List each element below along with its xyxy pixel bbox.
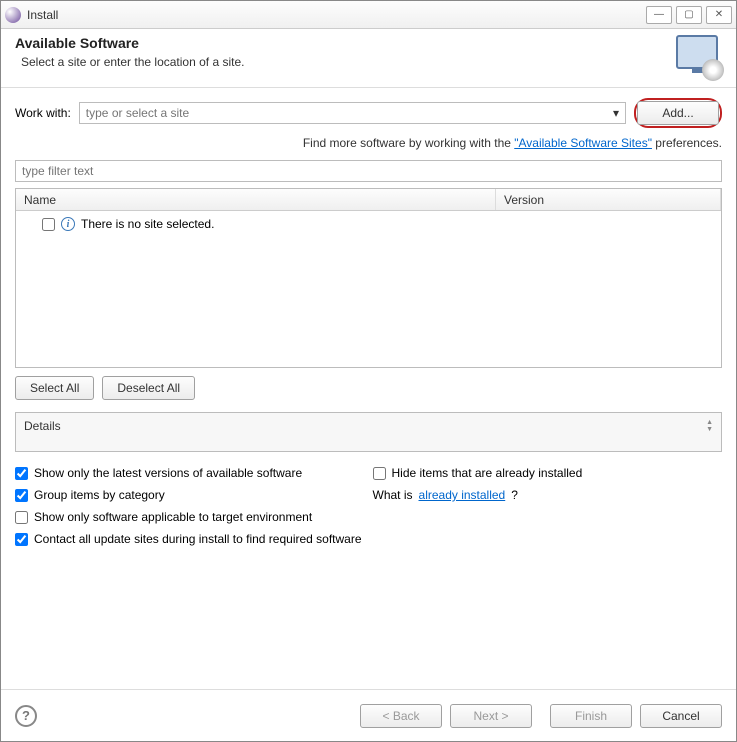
column-name[interactable]: Name — [16, 189, 496, 210]
eclipse-icon — [5, 7, 21, 23]
wizard-header: Available Software Select a site or ente… — [1, 29, 736, 88]
checkbox-group-category[interactable] — [15, 489, 28, 502]
annotation-highlight: Add... — [634, 98, 722, 128]
available-sites-link[interactable]: "Available Software Sites" — [514, 136, 652, 150]
help-icon[interactable]: ? — [15, 705, 37, 727]
selection-buttons: Select All Deselect All — [15, 376, 722, 400]
page-title: Available Software — [15, 35, 674, 51]
minimize-button[interactable]: — — [646, 6, 672, 24]
work-with-row: Work with: ▾ Add... — [15, 98, 722, 128]
work-with-combo[interactable]: ▾ — [79, 102, 626, 124]
page-subtitle: Select a site or enter the location of a… — [21, 55, 674, 69]
details-label: Details — [24, 419, 700, 433]
details-spinner[interactable]: ▲▼ — [706, 419, 713, 433]
close-button[interactable]: ✕ — [706, 6, 732, 24]
content-area: Work with: ▾ Add... Find more software b… — [1, 88, 736, 689]
info-icon: i — [61, 217, 75, 231]
install-wizard-icon — [674, 35, 722, 79]
work-with-input[interactable] — [80, 104, 607, 122]
opt-group-category: Group items by category — [15, 488, 365, 502]
select-all-button[interactable]: Select All — [15, 376, 94, 400]
column-version[interactable]: Version — [496, 189, 721, 210]
row-checkbox[interactable] — [42, 218, 55, 231]
checkbox-applicable[interactable] — [15, 511, 28, 524]
options-grid: Show only the latest versions of availab… — [15, 466, 722, 546]
details-panel: Details ▲▼ — [15, 412, 722, 452]
maximize-button[interactable]: ▢ — [676, 6, 702, 24]
titlebar: Install — ▢ ✕ — [1, 1, 736, 29]
opt-applicable: Show only software applicable to target … — [15, 510, 722, 524]
next-button[interactable]: Next > — [450, 704, 532, 728]
empty-message: There is no site selected. — [81, 217, 214, 231]
site-hint: Find more software by working with the "… — [15, 136, 722, 150]
deselect-all-button[interactable]: Deselect All — [102, 376, 195, 400]
chevron-down-icon[interactable]: ▾ — [607, 106, 625, 120]
wizard-footer: ? < Back Next > Finish Cancel — [1, 689, 736, 741]
finish-button[interactable]: Finish — [550, 704, 632, 728]
checkbox-hide-installed[interactable] — [373, 467, 386, 480]
checkbox-contact-sites[interactable] — [15, 533, 28, 546]
software-table: Name Version i There is no site selected… — [15, 188, 722, 368]
checkbox-show-latest[interactable] — [15, 467, 28, 480]
window-title: Install — [27, 8, 642, 22]
opt-contact-sites: Contact all update sites during install … — [15, 532, 722, 546]
table-header: Name Version — [16, 189, 721, 211]
opt-show-latest: Show only the latest versions of availab… — [15, 466, 365, 480]
whatis-link-row: What is already installed ? — [373, 488, 723, 502]
already-installed-link[interactable]: already installed — [419, 488, 506, 502]
work-with-label: Work with: — [15, 106, 71, 120]
back-button[interactable]: < Back — [360, 704, 442, 728]
filter-input[interactable] — [15, 160, 722, 182]
opt-hide-installed: Hide items that are already installed — [373, 466, 723, 480]
cancel-button[interactable]: Cancel — [640, 704, 722, 728]
table-row: i There is no site selected. — [16, 215, 721, 233]
add-button[interactable]: Add... — [637, 101, 719, 125]
